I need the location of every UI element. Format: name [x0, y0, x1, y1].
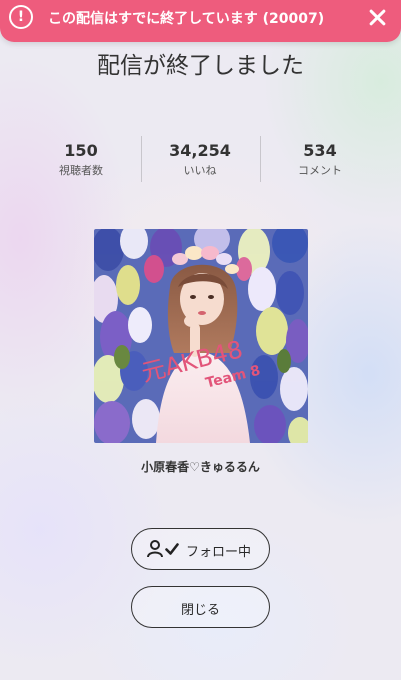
stat-value: 150 — [64, 141, 98, 160]
stat-label: 視聴者数 — [59, 164, 103, 177]
person-icon — [147, 540, 163, 558]
stat-label: いいね — [183, 164, 217, 177]
close-label: 閉じる — [180, 603, 220, 618]
close-icon[interactable] — [367, 7, 387, 27]
stats-row: 150 視聴者数 34,254 いいね 534 コメント — [0, 136, 401, 184]
stat-label: コメント — [298, 164, 342, 177]
close-button[interactable]: 閉じる — [131, 586, 270, 628]
streamer-name: 小原春香♡きゅるるん — [141, 460, 260, 474]
stat-viewers: 150 視聴者数 — [21, 140, 141, 179]
following-button[interactable]: フォロー中 — [131, 528, 270, 570]
stat-value: 34,254 — [169, 141, 231, 160]
error-toast: ! この配信はすでに終了しています (20007) — [0, 0, 401, 42]
stat-likes: 34,254 いいね — [140, 140, 260, 179]
stat-value: 534 — [303, 141, 337, 160]
following-label: フォロー中 — [186, 545, 252, 560]
alert-circle-icon: ! — [9, 5, 33, 29]
profile-photo: 元AKB48 Team 8 — [94, 229, 308, 443]
check-icon — [165, 543, 179, 555]
page-title: 配信が終了しました — [97, 53, 304, 79]
toast-message: この配信はすでに終了しています (20007) — [48, 11, 325, 27]
stat-comments: 534 コメント — [260, 140, 380, 179]
